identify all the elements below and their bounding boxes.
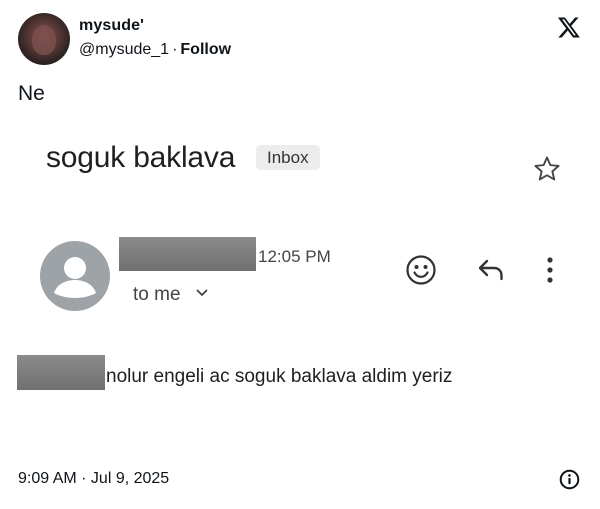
sender-avatar[interactable] — [40, 241, 110, 311]
star-icon[interactable] — [532, 154, 562, 184]
chevron-down-icon[interactable] — [195, 286, 209, 300]
x-logo-icon[interactable] — [556, 15, 582, 39]
follow-button[interactable]: Follow — [180, 41, 231, 58]
redacted-sender-name — [119, 237, 256, 271]
person-icon — [54, 257, 96, 298]
inbox-label-badge[interactable]: Inbox — [256, 145, 320, 170]
redacted-body-text — [17, 355, 105, 390]
info-icon[interactable] — [559, 469, 580, 490]
reply-icon[interactable] — [476, 256, 506, 284]
more-vertical-icon[interactable] — [542, 255, 558, 285]
separator-dot: · — [172, 41, 178, 58]
handle-line: @mysude_1 · Follow — [79, 41, 231, 59]
profile-avatar[interactable] — [18, 13, 70, 65]
emoji-reaction-icon[interactable] — [404, 253, 438, 287]
email-body: nolur engeli ac soguk baklava aldim yeri… — [106, 366, 453, 387]
tweet-text: Ne — [18, 82, 45, 105]
email-subject: soguk baklava — [46, 141, 236, 174]
tweet-timestamp[interactable]: 9:09 AM · Jul 9, 2025 — [18, 470, 169, 488]
user-handle[interactable]: @mysude_1 — [79, 41, 169, 58]
email-time: 12:05 PM — [258, 247, 331, 266]
recipient-label[interactable]: to me — [133, 284, 181, 306]
display-name[interactable]: mysude' — [79, 17, 144, 35]
